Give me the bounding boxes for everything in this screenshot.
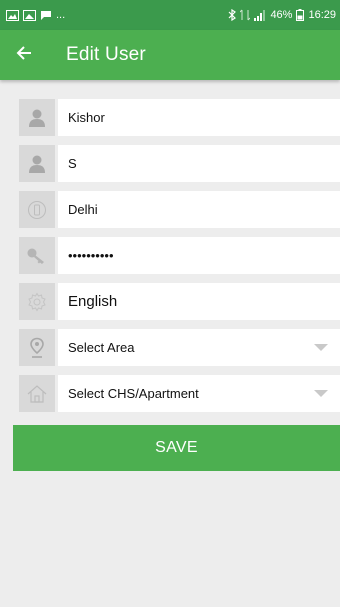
- arrow-left-icon: [15, 44, 33, 67]
- apartment-select-value: Select CHS/Apartment: [68, 386, 199, 401]
- last-name-row: [19, 145, 340, 182]
- city-field[interactable]: [58, 191, 340, 228]
- language-field[interactable]: English: [58, 283, 340, 320]
- status-time: 16:29: [308, 9, 336, 21]
- password-row: ••••••••••: [19, 237, 340, 274]
- image-notification-icon: [6, 9, 19, 21]
- back-button[interactable]: [2, 30, 46, 80]
- key-icon: [19, 237, 55, 274]
- person-icon: [19, 99, 55, 136]
- battery-icon: [296, 9, 305, 21]
- network-icon: [240, 9, 251, 21]
- last-name-field[interactable]: [58, 145, 340, 182]
- status-bar-right: 46% 16:29: [228, 9, 336, 21]
- battery-percent: 46%: [270, 9, 293, 21]
- city-input[interactable]: [68, 202, 328, 217]
- status-bar: ... 46% 16:29: [0, 0, 340, 30]
- person-icon: [19, 145, 55, 182]
- status-ellipsis: ...: [56, 9, 66, 21]
- edit-user-form: •••••••••• English Select Area Select CH…: [19, 99, 340, 421]
- apartment-row: Select CHS/Apartment: [19, 375, 340, 412]
- password-field[interactable]: ••••••••••: [58, 237, 340, 274]
- first-name-row: [19, 99, 340, 136]
- apartment-select[interactable]: Select CHS/Apartment: [58, 375, 340, 412]
- area-select[interactable]: Select Area: [58, 329, 340, 366]
- chat-icon: [40, 10, 52, 21]
- bluetooth-icon: [228, 9, 237, 21]
- language-value: English: [68, 293, 118, 310]
- language-row: English: [19, 283, 340, 320]
- city-row: [19, 191, 340, 228]
- chevron-down-icon: [314, 344, 328, 351]
- save-button[interactable]: SAVE: [13, 425, 340, 471]
- last-name-input[interactable]: [68, 156, 328, 171]
- location-pin-icon: [19, 329, 55, 366]
- first-name-input[interactable]: [68, 110, 328, 125]
- gallery-icon: [23, 9, 36, 21]
- home-icon: [19, 375, 55, 412]
- first-name-field[interactable]: [58, 99, 340, 136]
- app-bar: Edit User: [0, 30, 340, 80]
- area-row: Select Area: [19, 329, 340, 366]
- signal-icon: [254, 9, 266, 21]
- password-value: ••••••••••: [68, 248, 114, 263]
- status-bar-left: ...: [6, 9, 65, 21]
- chevron-down-icon: [314, 390, 328, 397]
- phone-icon: [19, 191, 55, 228]
- page-title: Edit User: [66, 44, 146, 65]
- area-select-value: Select Area: [68, 340, 135, 355]
- gear-icon: [19, 283, 55, 320]
